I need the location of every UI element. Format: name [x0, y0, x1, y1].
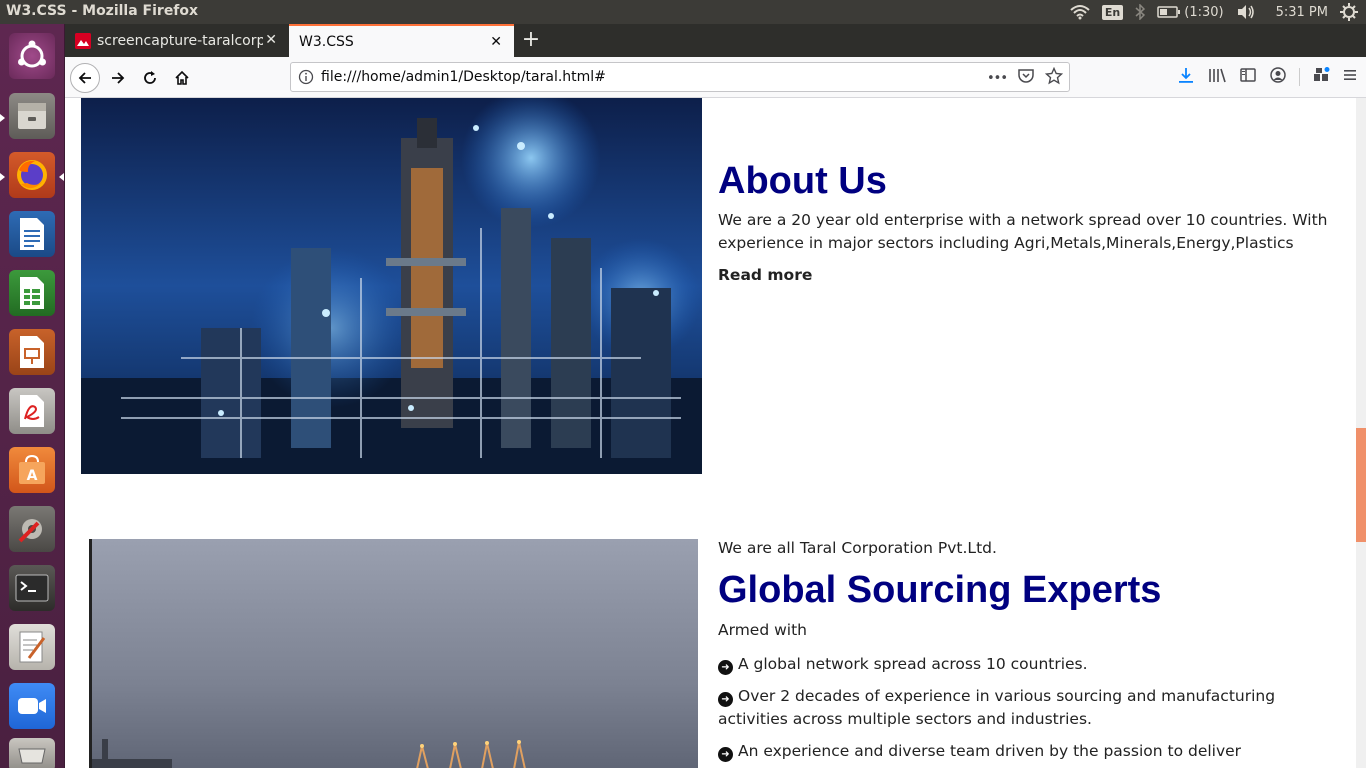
power-gear-icon[interactable] [1340, 3, 1358, 21]
navigation-toolbar: file:///home/admin1/Desktop/taral.html# … [65, 57, 1366, 98]
global-sourcing-heading: Global Sourcing Experts [718, 569, 1162, 611]
window-title: W3.CSS - Mozilla Firefox [6, 3, 199, 19]
reload-button[interactable] [135, 63, 165, 93]
tab-label: W3.CSS [299, 33, 354, 50]
top-panel: W3.CSS - Mozilla Firefox En (1:30) 5:31 … [0, 0, 1366, 24]
keyboard-layout-indicator[interactable]: En [1101, 4, 1124, 20]
reload-icon [144, 71, 156, 84]
clock[interactable]: 5:31 PM [1276, 5, 1328, 20]
tab-bar: screencapture-taralcorp ✕ W3.CSS ✕ + [65, 24, 1366, 57]
software-center-icon[interactable]: A [6, 444, 58, 496]
home-button[interactable] [167, 63, 197, 93]
bullet-text: Over 2 decades of experience in various … [718, 687, 1276, 728]
battery-time: (1:30) [1184, 4, 1224, 20]
forward-button[interactable] [103, 63, 133, 93]
feature-bullet: ➜ A global network spread across 10 count… [718, 653, 1343, 676]
feature-bullet: ➜ Over 2 decades of experience in various… [718, 685, 1343, 731]
page-scrollbar[interactable] [1356, 98, 1366, 768]
firefox-icon[interactable] [6, 149, 58, 201]
zoom-icon[interactable] [6, 680, 58, 732]
page-actions-menu-icon[interactable]: ••• [987, 71, 1008, 86]
wifi-icon[interactable] [1070, 4, 1090, 20]
volume-icon[interactable] [1236, 4, 1256, 20]
trash-icon[interactable] [6, 729, 58, 768]
feature-bullet: ➜ An experience and diverse team driven b… [718, 740, 1343, 763]
running-indicator [0, 173, 5, 181]
home-icon [175, 70, 189, 85]
bullet-text: A global network spread across 10 countr… [738, 655, 1088, 673]
system-tray: En (1:30) 5:31 PM [1070, 0, 1358, 24]
back-arrow-icon [78, 72, 91, 84]
unity-launcher: A [0, 24, 65, 768]
account-icon[interactable] [1269, 66, 1287, 88]
svg-text:A: A [27, 468, 38, 484]
bluetooth-icon[interactable] [1135, 4, 1146, 20]
armed-with-text: Armed with [718, 621, 807, 639]
extensions-icon[interactable] [1312, 66, 1330, 88]
url-text[interactable]: file:///home/admin1/Desktop/taral.html# [321, 69, 606, 85]
back-button[interactable] [70, 63, 100, 93]
url-bar[interactable]: file:///home/admin1/Desktop/taral.html# … [290, 62, 1070, 92]
running-indicator [0, 114, 5, 122]
close-tab-icon[interactable]: ✕ [490, 34, 502, 50]
image-favicon-icon [75, 32, 91, 49]
library-icon[interactable] [1207, 66, 1227, 88]
port-image [89, 539, 698, 768]
system-settings-icon[interactable] [6, 503, 58, 555]
files-icon[interactable] [6, 90, 58, 142]
about-us-text: We are a 20 year old enterprise with a n… [718, 211, 1328, 252]
tab-label: screencapture-taralcorp [97, 32, 263, 49]
arrow-circle-right-icon: ➜ [718, 747, 733, 762]
site-info-icon[interactable] [298, 69, 314, 89]
libreoffice-impress-icon[interactable] [6, 326, 58, 378]
terminal-icon[interactable] [6, 562, 58, 614]
libreoffice-writer-icon[interactable] [6, 208, 58, 260]
new-tab-button[interactable]: + [519, 28, 543, 52]
downloads-icon[interactable] [1177, 66, 1195, 88]
page-actions: ••• [987, 66, 1064, 89]
page-content: About Us We are a 20 year old enterprise… [65, 98, 1366, 768]
toolbar-separator [1299, 68, 1300, 86]
scrollbar-thumb[interactable] [1356, 428, 1366, 542]
active-indicator [59, 173, 64, 181]
ubuntu-dash-icon[interactable] [6, 30, 58, 82]
pocket-icon[interactable] [1017, 67, 1035, 89]
text-editor-icon[interactable] [6, 621, 58, 673]
sidebar-icon[interactable] [1239, 66, 1257, 88]
about-us-heading: About Us [718, 160, 887, 202]
arrow-circle-right-icon: ➜ [718, 692, 733, 707]
bullet-text: An experience and diverse team driven by… [738, 742, 1242, 760]
arrow-circle-right-icon: ➜ [718, 660, 733, 675]
close-tab-icon[interactable]: ✕ [265, 32, 277, 48]
tab-w3css[interactable]: W3.CSS ✕ [289, 24, 514, 57]
toolbar-right [1177, 66, 1358, 88]
battery-indicator[interactable]: (1:30) [1157, 4, 1224, 20]
company-intro: We are all Taral Corporation Pvt.Ltd. [718, 539, 997, 557]
document-viewer-icon[interactable] [6, 385, 58, 437]
refinery-image [81, 98, 702, 474]
menu-hamburger-icon[interactable] [1342, 67, 1358, 87]
tab-screencapture[interactable]: screencapture-taralcorp ✕ [65, 24, 289, 57]
forward-arrow-icon [112, 72, 125, 84]
bookmark-star-icon[interactable] [1044, 66, 1064, 89]
libreoffice-calc-icon[interactable] [6, 267, 58, 319]
read-more-link[interactable]: Read more [718, 266, 812, 284]
battery-icon [1157, 6, 1181, 18]
